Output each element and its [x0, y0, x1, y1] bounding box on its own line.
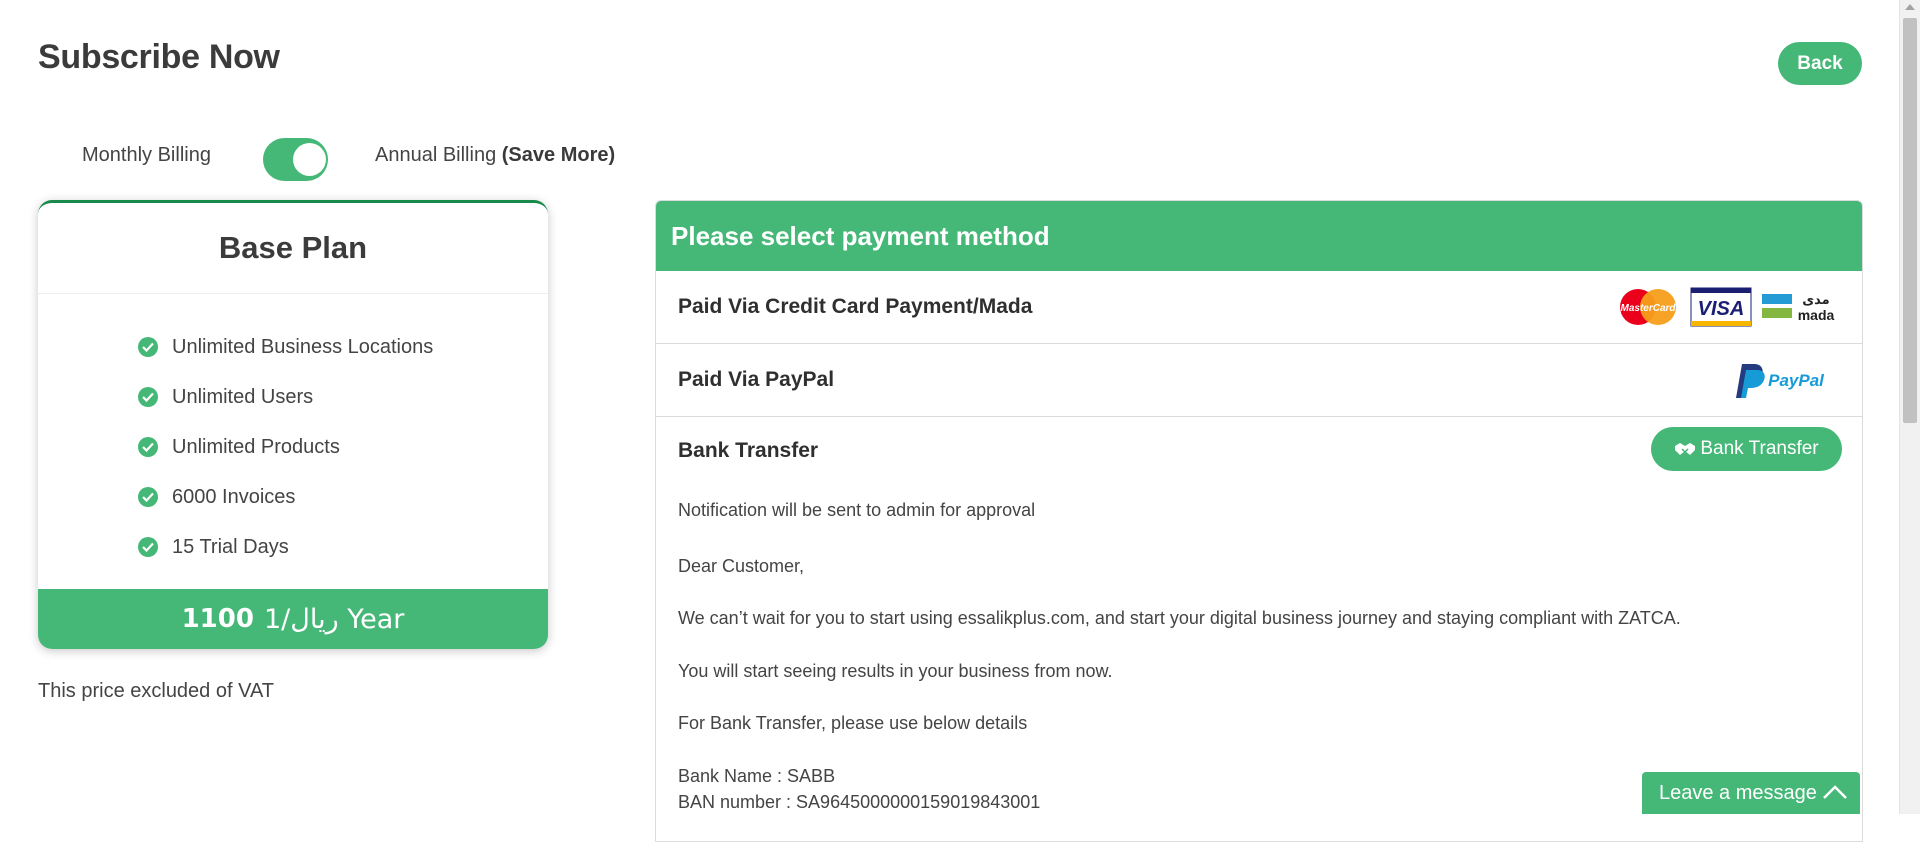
bank-transfer-button[interactable]: Bank Transfer: [1651, 427, 1842, 471]
plan-name: Base Plan: [38, 203, 548, 294]
plan-feature-item: Unlimited Products: [138, 422, 548, 472]
plan-feature-item: 15 Trial Days: [138, 522, 548, 572]
plan-feature-label: 15 Trial Days: [172, 535, 289, 558]
bank-transfer-button-label: Bank Transfer: [1700, 438, 1819, 459]
bank-greeting-text: Dear Customer,: [678, 556, 805, 576]
bank-transfer-title: Bank Transfer: [678, 439, 819, 462]
check-circle-icon: [138, 387, 158, 407]
bank-notification-text: Notification will be sent to admin for a…: [678, 500, 1036, 520]
payment-method-panel: Please select payment method Paid Via Cr…: [655, 200, 1863, 842]
mada-text: mada: [1798, 307, 1835, 323]
visa-text: VISA: [1698, 298, 1745, 320]
plan-feature-label: 6000 Invoices: [172, 485, 296, 508]
plan-feature-item: Unlimited Users: [138, 372, 548, 422]
chevron-up-icon: [1823, 785, 1847, 799]
page-title: Subscribe Now: [38, 38, 280, 76]
handshake-icon: [1675, 443, 1696, 455]
annual-billing-text: Annual Billing: [375, 144, 497, 166]
bank-iban-text: BAN number : SA9645000000159019843001: [678, 792, 1041, 812]
plan-feature-label: Unlimited Business Locations: [172, 335, 434, 358]
check-circle-icon: [138, 537, 158, 557]
card-logos: MasterCard VISA مدى mada: [1616, 287, 1838, 327]
plan-feature-label: Unlimited Products: [172, 435, 340, 458]
check-circle-icon: [138, 337, 158, 357]
toggle-knob: [293, 143, 326, 176]
check-circle-icon: [138, 437, 158, 457]
mada-logo-icon: مدى mada: [1762, 293, 1835, 323]
mada-arabic-text: مدى: [1802, 293, 1829, 308]
bank-results-text: You will start seeing results in your bu…: [678, 661, 1113, 681]
bank-name-text: Bank Name : SABB: [678, 766, 836, 786]
mastercard-logo-icon: MasterCard: [1620, 289, 1676, 325]
back-button[interactable]: Back: [1778, 42, 1862, 85]
check-circle-icon: [138, 487, 158, 507]
plan-card: Base Plan Unlimited Business Locations U…: [38, 200, 548, 649]
mastercard-text: MasterCard: [1620, 303, 1676, 314]
price-currency-period: ريال/1 Year: [264, 604, 404, 635]
price-amount: 1100: [181, 604, 254, 634]
scrollbar-thumb[interactable]: [1903, 18, 1917, 423]
plan-feature-label: Unlimited Users: [172, 385, 314, 408]
paypal-text: PayPal: [1768, 371, 1825, 390]
payment-option-credit-card[interactable]: Paid Via Credit Card Payment/Mada Master…: [656, 271, 1862, 344]
payment-method-header: Please select payment method: [656, 201, 1862, 271]
payment-option-label: Paid Via Credit Card Payment/Mada: [678, 295, 1033, 318]
plan-price: 1100 ريال/1 Year: [38, 589, 548, 649]
paypal-logo-icon: PayPal: [1736, 364, 1825, 398]
page-scrollbar[interactable]: [1899, 0, 1920, 814]
bank-details-intro-text: For Bank Transfer, please use below deta…: [678, 713, 1028, 733]
annual-billing-note: (Save More): [501, 144, 616, 166]
monthly-billing-label[interactable]: Monthly Billing: [82, 144, 211, 167]
payment-option-label: Paid Via PayPal: [678, 368, 835, 391]
leave-message-widget[interactable]: Leave a message: [1642, 772, 1860, 814]
plan-feature-item: Unlimited Business Locations: [138, 322, 548, 372]
plan-features-list: Unlimited Business Locations Unlimited U…: [38, 294, 548, 572]
bank-intro-text: We can’t wait for you to start using ess…: [678, 608, 1681, 628]
vat-note: This price excluded of VAT: [38, 680, 275, 702]
payment-option-paypal[interactable]: Paid Via PayPal PayPal: [656, 344, 1862, 417]
annual-billing-label[interactable]: Annual Billing (Save More): [375, 144, 615, 167]
visa-logo-icon: VISA: [1690, 287, 1752, 327]
plan-feature-item: 6000 Invoices: [138, 472, 548, 522]
scroll-up-icon[interactable]: [1905, 4, 1915, 10]
price-currency: ريال: [290, 603, 339, 635]
leave-message-label: Leave a message: [1659, 781, 1817, 804]
billing-period-toggle[interactable]: [263, 138, 328, 181]
